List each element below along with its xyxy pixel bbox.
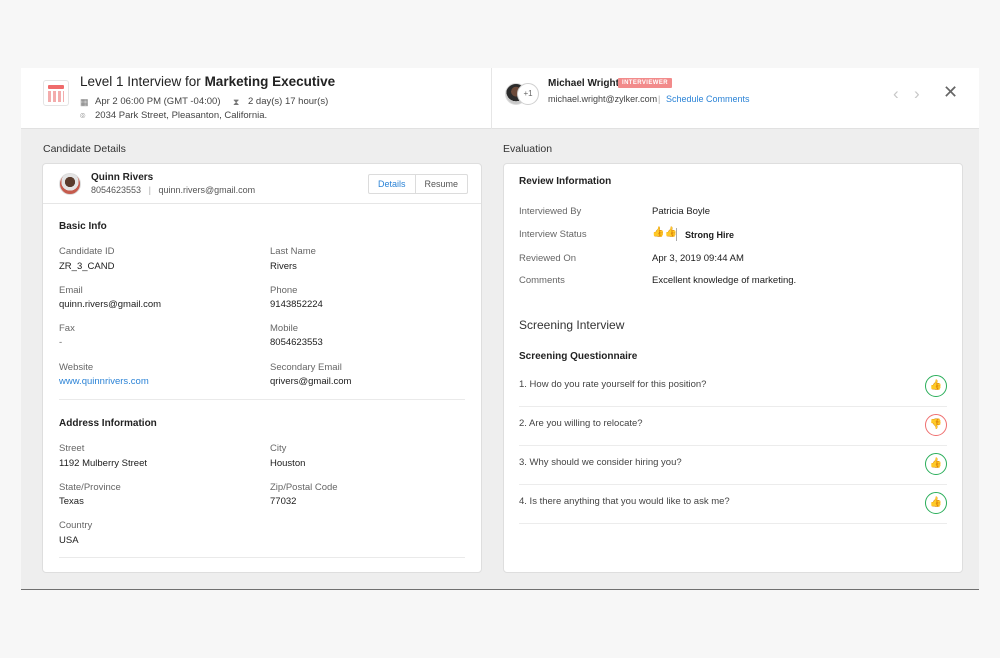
candidate-email: quinn.rivers@gmail.com [158,185,256,195]
interviewed-by-value: Patricia Boyle [652,206,711,217]
interview-duration: 2 day(s) 17 hour(s) [248,96,329,107]
state-value: Texas [59,496,84,507]
question-row: 2. Are you willing to relocate? 👎 [519,408,947,446]
last-name-value: Rivers [270,261,297,272]
candidate-details-heading: Candidate Details [43,143,126,155]
interview-details-window: Level 1 Interview for Marketing Executiv… [21,68,979,590]
field-label: Phone [270,285,298,296]
field-label: Mobile [270,323,298,334]
section-divider [59,399,465,400]
interview-location-row: ⌾ 2034 Park Street, Pleasanton, Californi… [80,110,267,121]
field-label: State/Province [59,482,121,493]
close-icon[interactable]: ✕ [943,82,958,103]
strong-hire-icon: 👍👍 [652,227,677,238]
field-label: Last Name [270,246,316,257]
interview-status-value: Strong Hire [685,230,735,240]
interview-duration-row: ⧗ 2 day(s) 17 hour(s) [233,96,328,107]
street-value: 1192 Mulberry Street [59,458,148,469]
city-value: Houston [270,458,306,469]
question-row: 4. Is there anything that you would like… [519,486,947,524]
secondary-email-value: qrivers@gmail.com [270,376,352,387]
field-label: Country [59,520,93,531]
question-text: 3. Why should we consider hiring you? [519,457,682,468]
address-info-title: Address Information [59,418,157,429]
thumbs-up-icon: 👍 [925,375,947,397]
schedule-comments-link[interactable]: Schedule Comments [666,94,750,104]
interviewer-name: Michael Wright [548,78,619,89]
basic-info-title: Basic Info [59,221,107,232]
tab-resume[interactable]: Resume [416,175,468,193]
interviewer-avatars[interactable]: +1 [505,81,541,107]
candidate-contact: 8054623553 | quinn.rivers@gmail.com [91,185,255,195]
field-label: Fax [59,323,75,334]
reviewed-on-label: Reviewed On [519,253,577,264]
phone-value: 9143852224 [270,299,323,310]
screening-interview-title: Screening Interview [519,318,625,332]
question-row: 1. How do you rate yourself for this pos… [519,369,947,407]
field-label: Zip/Postal Code [270,482,338,493]
candidate-id-value: ZR_3_CAND [59,261,115,272]
hourglass-icon: ⧗ [233,97,240,107]
field-label: Candidate ID [59,246,115,257]
email-value: quinn.rivers@gmail.com [59,299,162,310]
location-pin-icon: ⌾ [80,111,86,121]
thumbs-up-icon: 👍 [925,453,947,475]
question-text: 4. Is there anything that you would like… [519,496,730,507]
calendar-small-icon: ▦ [80,97,89,107]
candidate-tabs: Details Resume [368,174,469,194]
country-value: USA [59,535,79,546]
reviewed-on-value: Apr 3, 2019 09:44 AM [652,253,744,264]
candidate-summary: Quinn Rivers 8054623553 | quinn.rivers@g… [43,164,481,204]
evaluation-panel: Review Information Interviewed By Patric… [503,163,963,573]
section-divider [59,557,465,558]
header-divider [491,68,492,129]
more-interviewers-count[interactable]: +1 [517,83,539,105]
contact-separator: | [148,185,151,195]
field-label: Secondary Email [270,362,342,373]
fax-value: - [59,337,63,348]
candidate-name: Quinn Rivers [91,172,154,183]
interview-title: Level 1 Interview for Marketing Executiv… [80,74,336,89]
question-row: 3. Why should we consider hiring you? 👍 [519,447,947,485]
tab-details[interactable]: Details [369,175,416,193]
website-link[interactable]: www.quinnrivers.com [59,376,149,387]
interviewer-email: michael.wright@zylker.com [548,94,658,104]
thumbs-up-icon: 👍 [925,492,947,514]
candidate-phone: 8054623553 [91,185,142,195]
zip-value: 77032 [270,496,297,507]
meta-separator: | [658,94,661,104]
calendar-icon [43,80,69,106]
field-label: Website [59,362,94,373]
question-text: 2. Are you willing to relocate? [519,418,643,429]
field-label: City [270,443,287,454]
interviewer-badge: INTERVIEWER [618,78,672,88]
field-label: Email [59,285,83,296]
comments-label: Comments [519,275,565,286]
interview-header: Level 1 Interview for Marketing Executiv… [21,68,979,129]
review-info-title: Review Information [519,176,612,187]
status-separator [676,228,677,241]
field-label: Street [59,443,85,454]
thumbs-down-icon: 👎 [925,414,947,436]
interview-status-label: Interview Status [519,229,587,240]
interview-datetime: Apr 2 06:00 PM (GMT -04:00) [95,96,221,107]
evaluation-heading: Evaluation [503,143,553,155]
comments-value: Excellent knowledge of marketing. [652,275,797,286]
interviewed-by-label: Interviewed By [519,206,582,217]
candidate-panel: Quinn Rivers 8054623553 | quinn.rivers@g… [42,163,482,573]
screening-questionnaire-title: Screening Questionnaire [519,351,638,362]
interview-location: 2034 Park Street, Pleasanton, California… [95,110,268,121]
interview-datetime-row: ▦ Apr 2 06:00 PM (GMT -04:00) [80,96,221,107]
question-text: 1. How do you rate yourself for this pos… [519,379,707,390]
previous-arrow-icon[interactable]: ‹ [893,84,899,104]
candidate-avatar [59,173,81,195]
next-arrow-icon[interactable]: › [914,84,920,104]
mobile-value: 8054623553 [270,337,323,348]
